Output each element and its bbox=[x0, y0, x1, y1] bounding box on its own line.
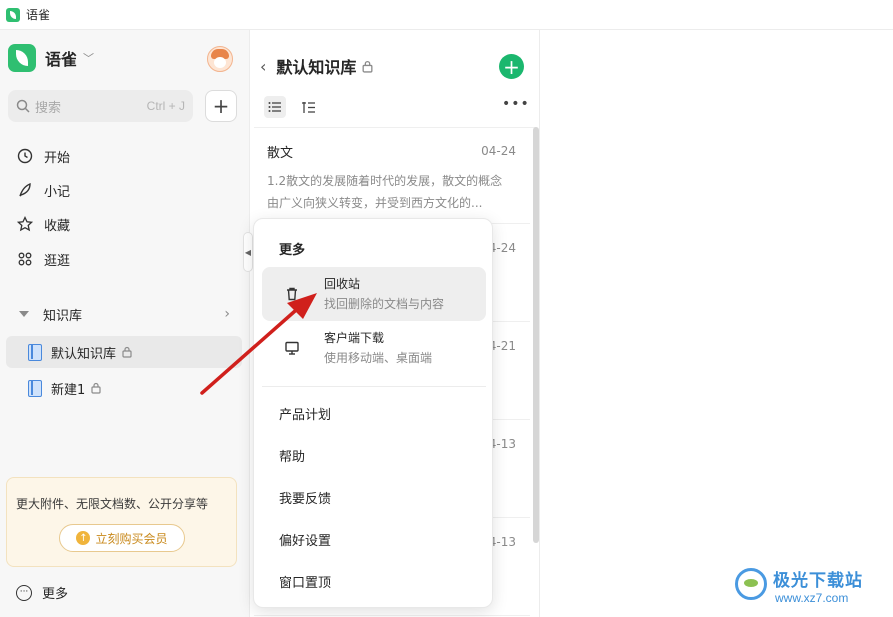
caret-left-icon: ◀ bbox=[244, 247, 252, 257]
doc-title: 散文 bbox=[267, 146, 294, 161]
watermark-name: 极光下载站 bbox=[773, 571, 863, 591]
tree-icon bbox=[302, 101, 315, 113]
back-icon[interactable]: ‹ bbox=[260, 57, 266, 76]
chevron-down-icon: ﹀ bbox=[83, 52, 95, 65]
buy-button-label: 立刻购买会员 bbox=[95, 531, 168, 546]
new-document-button[interactable]: + bbox=[499, 54, 524, 79]
watermark-url: www.xz7.com bbox=[775, 591, 849, 605]
tree-view-button[interactable] bbox=[298, 96, 320, 118]
book-icon bbox=[28, 379, 42, 397]
window-title: 语雀 bbox=[26, 8, 51, 22]
brand-name: 语雀 bbox=[45, 50, 78, 69]
menu-item-preferences[interactable]: 偏好设置 bbox=[262, 521, 486, 557]
more-options-icon[interactable]: ••• bbox=[502, 96, 530, 112]
menu-item-pin-window[interactable]: 窗口置顶 bbox=[262, 563, 486, 599]
menu-title: 更多 bbox=[279, 243, 306, 258]
sidebar-item-label: 开始 bbox=[44, 150, 71, 166]
plus-icon: + bbox=[212, 94, 230, 118]
menu-item-feedback[interactable]: 我要反馈 bbox=[262, 479, 486, 515]
arrow-up-icon: ↑ bbox=[76, 531, 91, 545]
add-button[interactable]: + bbox=[205, 90, 237, 122]
clock-icon bbox=[17, 148, 33, 164]
collapse-sidebar-handle[interactable]: ◀ bbox=[243, 232, 253, 272]
membership-promo: 更大附件、无限文档数、公开分享等 ↑ 立刻购买会员 bbox=[6, 477, 237, 567]
book-icon bbox=[28, 343, 42, 361]
doc-date: 04-24 bbox=[481, 144, 516, 158]
list-item[interactable]: 散文 04-24 1.2散文的发展随着时代的发展，散文的概念由广义向狭义转变，并… bbox=[254, 128, 530, 224]
sidebar-more-button[interactable]: ··· 更多 bbox=[16, 583, 68, 602]
list-icon bbox=[268, 102, 281, 112]
menu-item-product-plan[interactable]: 产品计划 bbox=[262, 395, 486, 431]
title-bar: 语雀 bbox=[0, 0, 893, 30]
search-shortcut: Ctrl + J bbox=[146, 99, 185, 113]
menu-item-title: 客户端下载 bbox=[324, 331, 385, 345]
sidebar-item-start[interactable]: 开始 bbox=[8, 140, 240, 172]
kb-item-label: 新建1 bbox=[51, 382, 86, 398]
grid-icon bbox=[18, 252, 32, 266]
promo-text: 更大附件、无限文档数、公开分享等 bbox=[16, 497, 209, 511]
watermark: 极光下载站 www.xz7.com bbox=[735, 564, 885, 610]
doc-snippet: 1.2散文的发展随着时代的发展，散文的概念由广义向狭义转变，并受到西方文化的..… bbox=[267, 174, 503, 210]
list-view-button[interactable] bbox=[264, 96, 286, 118]
knowledge-base-title: 默认知识库 bbox=[276, 58, 357, 77]
search-input[interactable]: 搜索 Ctrl + J bbox=[8, 90, 193, 122]
menu-item-help[interactable]: 帮助 bbox=[262, 437, 486, 473]
more-menu: 更多 回收站 找回删除的文档与内容 客户端下载 使用移动端、桌面端 产品计划 帮… bbox=[253, 218, 493, 608]
yuque-logo-icon bbox=[8, 44, 36, 72]
search-icon bbox=[16, 99, 30, 113]
kb-item-label: 默认知识库 bbox=[51, 346, 117, 362]
menu-item-subtitle: 使用移动端、桌面端 bbox=[324, 351, 433, 365]
feather-icon bbox=[19, 182, 31, 197]
section-label: 知识库 bbox=[43, 308, 83, 324]
sidebar-item-label: 小记 bbox=[44, 184, 71, 200]
sidebar-item-label: 逛逛 bbox=[44, 253, 71, 269]
search-placeholder: 搜索 bbox=[35, 100, 62, 116]
sidebar-item-favorites[interactable]: 收藏 bbox=[8, 208, 240, 240]
menu-item-title: 回收站 bbox=[324, 277, 361, 291]
more-circle-icon: ··· bbox=[16, 584, 32, 601]
brand-switcher[interactable]: 语雀 ﹀ bbox=[8, 44, 94, 72]
star-icon bbox=[16, 215, 34, 232]
menu-item-subtitle: 找回删除的文档与内容 bbox=[324, 297, 445, 311]
scrollbar[interactable] bbox=[533, 127, 539, 543]
sidebar-item-notes[interactable]: 小记 bbox=[8, 174, 240, 206]
plus-icon: + bbox=[503, 54, 520, 79]
more-label: 更多 bbox=[42, 587, 69, 602]
watermark-logo-icon bbox=[735, 568, 767, 600]
lock-icon bbox=[362, 60, 373, 73]
caret-down-icon bbox=[19, 311, 29, 317]
lock-icon bbox=[91, 382, 101, 394]
app-logo-icon bbox=[6, 7, 20, 22]
annotation-arrow bbox=[200, 293, 317, 395]
doclist-header: ‹ 默认知识库 bbox=[260, 54, 373, 78]
buy-membership-button[interactable]: ↑ 立刻购买会员 bbox=[59, 524, 185, 552]
sidebar-item-explore[interactable]: 逛逛 bbox=[8, 243, 240, 275]
sidebar-item-label: 收藏 bbox=[44, 218, 71, 234]
avatar[interactable] bbox=[207, 46, 233, 72]
lock-icon bbox=[122, 346, 132, 358]
